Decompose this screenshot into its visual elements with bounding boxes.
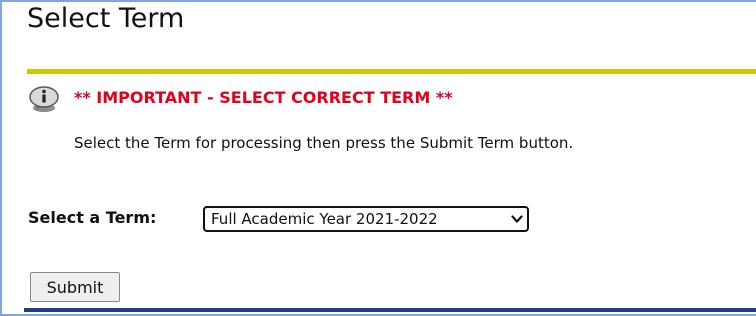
- submit-button[interactable]: Submit: [30, 272, 120, 302]
- term-select[interactable]: Full Academic Year 2021-2022: [203, 206, 529, 232]
- important-notice: ** IMPORTANT - SELECT CORRECT TERM **: [74, 88, 453, 107]
- page-title: Select Term: [27, 3, 185, 34]
- chevron-down-icon: [511, 215, 523, 223]
- instructions-text: Select the Term for processing then pres…: [74, 134, 574, 152]
- info-icon: [29, 86, 59, 112]
- term-label: Select a Term:: [28, 208, 157, 227]
- title-divider: [27, 69, 756, 74]
- term-select-value: Full Academic Year 2021-2022: [211, 210, 438, 228]
- page-frame: Select Term ** IMPORTANT - SELECT CORREC…: [0, 0, 756, 316]
- bottom-bar: [24, 308, 756, 312]
